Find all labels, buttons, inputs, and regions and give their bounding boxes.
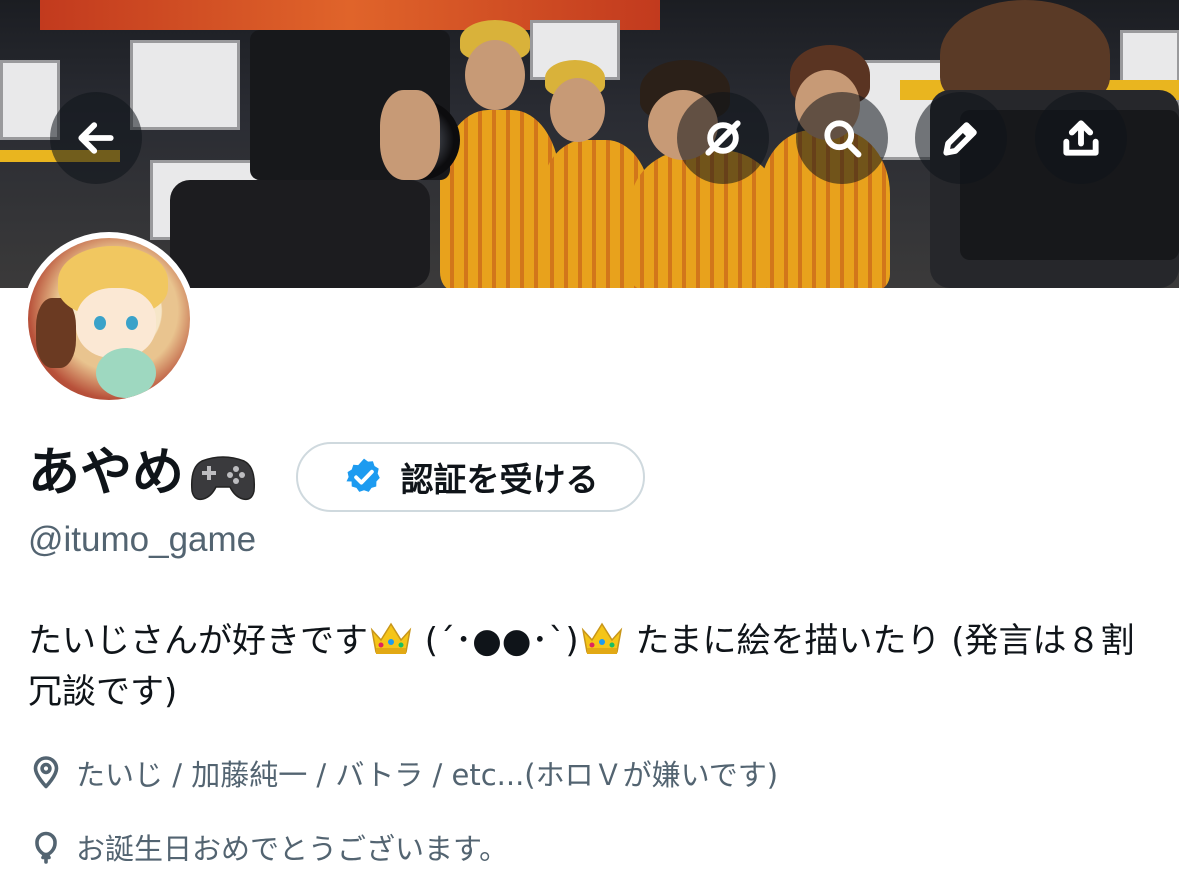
avatar[interactable] — [22, 232, 196, 406]
user-handle: @itumo_game — [28, 520, 257, 559]
profile-location: たいじ / 加藤純一 / バトラ / etc...(ホロＶが嫌いです) — [28, 752, 778, 794]
back-button[interactable] — [50, 92, 142, 184]
edit-button[interactable] — [915, 92, 1007, 184]
unlink-icon — [705, 120, 741, 156]
unfollow-button[interactable] — [677, 92, 769, 184]
avatar-art-part — [76, 288, 156, 358]
bio-text: たいじさんが好きです — [28, 621, 368, 661]
avatar-art-part — [94, 316, 106, 330]
display-name-text: あやめ — [28, 443, 185, 503]
back-arrow-icon — [78, 122, 114, 154]
verified-badge-icon — [346, 458, 380, 492]
avatar-art-part — [96, 348, 156, 398]
location-pin-icon — [33, 756, 59, 789]
share-button[interactable] — [1035, 92, 1127, 184]
balloon-icon — [35, 831, 57, 864]
avatar-art-part — [126, 316, 138, 330]
location-text: たいじ / 加藤純一 / バトラ / etc...(ホロＶが嫌いです) — [76, 758, 779, 792]
search-button[interactable] — [796, 92, 888, 184]
bio-text: (´･●●･`) — [414, 621, 579, 661]
gamepad-emoji-icon — [190, 456, 256, 501]
pencil-icon — [943, 122, 977, 156]
profile-bio: たいじさんが好きです (´･●●･`) たまに絵を描いたり (発言は８割冗談です… — [28, 616, 1158, 718]
banner-player-head — [550, 78, 605, 142]
get-verified-label: 認証を受ける — [400, 460, 599, 499]
crown-emoji-icon — [581, 622, 622, 654]
avatar-art-part — [36, 298, 76, 368]
crown-emoji-icon — [370, 622, 412, 654]
banner-camera-operator — [170, 180, 430, 288]
birthday-text: お誕生日おめでとうございます。 — [76, 832, 509, 866]
banner-monitor — [130, 40, 240, 130]
get-verified-button[interactable]: 認証を受ける — [296, 442, 645, 512]
search-icon — [824, 120, 862, 158]
avatar-image — [28, 238, 190, 400]
profile-birthday: お誕生日おめでとうございます。 — [28, 826, 508, 868]
banner-hand — [380, 90, 440, 180]
display-name: あやめ — [28, 438, 258, 508]
share-icon — [1063, 120, 1099, 156]
banner-player-head — [465, 40, 525, 110]
